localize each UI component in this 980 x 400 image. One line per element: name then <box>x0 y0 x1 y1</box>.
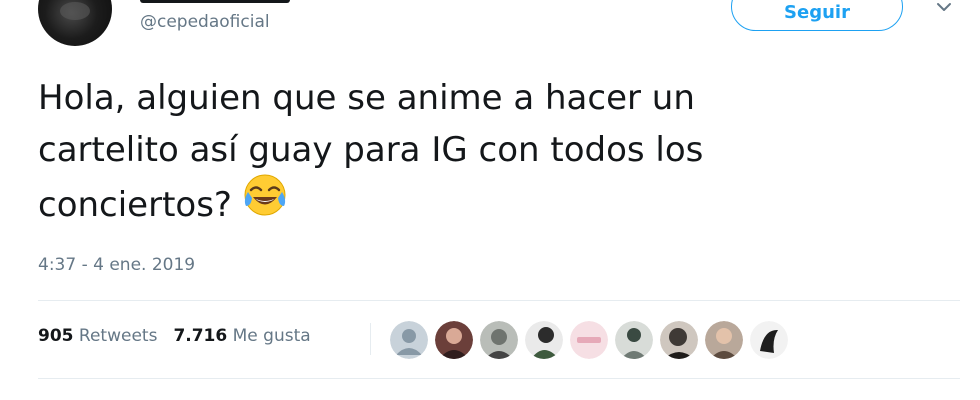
author-name-cropped <box>140 0 290 3</box>
tweet-timestamp[interactable]: 4:37 - 4 ene. 2019 <box>38 255 195 275</box>
liker-avatar[interactable] <box>705 321 743 359</box>
liker-avatar[interactable] <box>480 321 518 359</box>
follow-button[interactable]: Seguir <box>731 0 903 31</box>
tweet-line-text: conciertos? <box>38 185 232 225</box>
author-name[interactable] <box>140 0 340 4</box>
divider-top <box>38 300 960 301</box>
likes-stat[interactable]: 7.716 Me gusta <box>173 326 310 346</box>
chevron-down-icon[interactable] <box>934 0 954 18</box>
likes-count: 7.716 <box>173 326 228 346</box>
tears-of-joy-emoji-icon <box>242 172 288 233</box>
tweet-text: Hola, alguien que se anime a hacer un ca… <box>38 72 918 237</box>
liker-avatar[interactable] <box>750 321 788 359</box>
tweet-line-last: conciertos? <box>38 174 918 237</box>
engagement-stats: 905 Retweets 7.716 Me gusta <box>38 326 311 346</box>
author-avatar[interactable] <box>38 0 112 46</box>
liker-avatar[interactable] <box>525 321 563 359</box>
retweets-count: 905 <box>38 326 74 346</box>
liker-avatar[interactable] <box>570 321 608 359</box>
liker-avatar-default[interactable] <box>390 321 428 359</box>
retweets-label: Retweets <box>78 326 158 346</box>
liker-avatar[interactable] <box>615 321 653 359</box>
author-handle[interactable]: @cepedaoficial <box>140 12 270 32</box>
likes-label: Me gusta <box>232 326 311 346</box>
tweet-line: cartelito así guay para IG con todos los <box>38 130 704 170</box>
stats-separator <box>370 323 371 355</box>
retweets-stat[interactable]: 905 Retweets <box>38 326 157 346</box>
tweet-line: Hola, alguien que se anime a hacer un <box>38 78 695 118</box>
divider-bottom <box>38 378 960 379</box>
liker-avatar[interactable] <box>435 321 473 359</box>
liker-avatar[interactable] <box>660 321 698 359</box>
